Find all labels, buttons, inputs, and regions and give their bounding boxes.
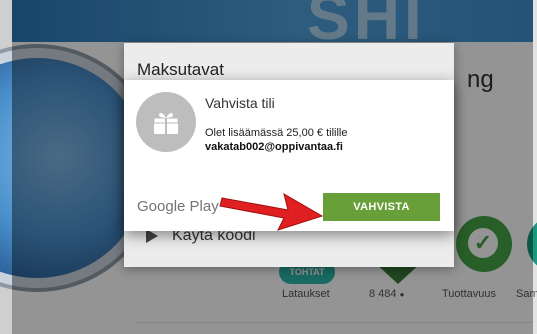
- gift-icon: [136, 92, 196, 152]
- right-gutter: [533, 0, 537, 334]
- google-play-logo: Google Play: [137, 198, 219, 215]
- play-icon: [146, 229, 158, 243]
- confirm-button[interactable]: VAHVISTA: [323, 193, 440, 221]
- dialog-title: Vahvista tili: [205, 95, 275, 111]
- screen: SHI ng TOHTAT ✓ Lataukset 8 484 ● Tuotta…: [0, 0, 537, 334]
- red-arrow-annotation: [219, 192, 324, 231]
- account-email: vakatab002@oppivantaa.fi: [205, 141, 343, 153]
- payment-methods-title: Maksutavat: [137, 60, 224, 79]
- dialog-message: Olet lisäämässä 25,00 € tilille: [205, 127, 348, 139]
- gift-icon-graphic: [153, 112, 179, 134]
